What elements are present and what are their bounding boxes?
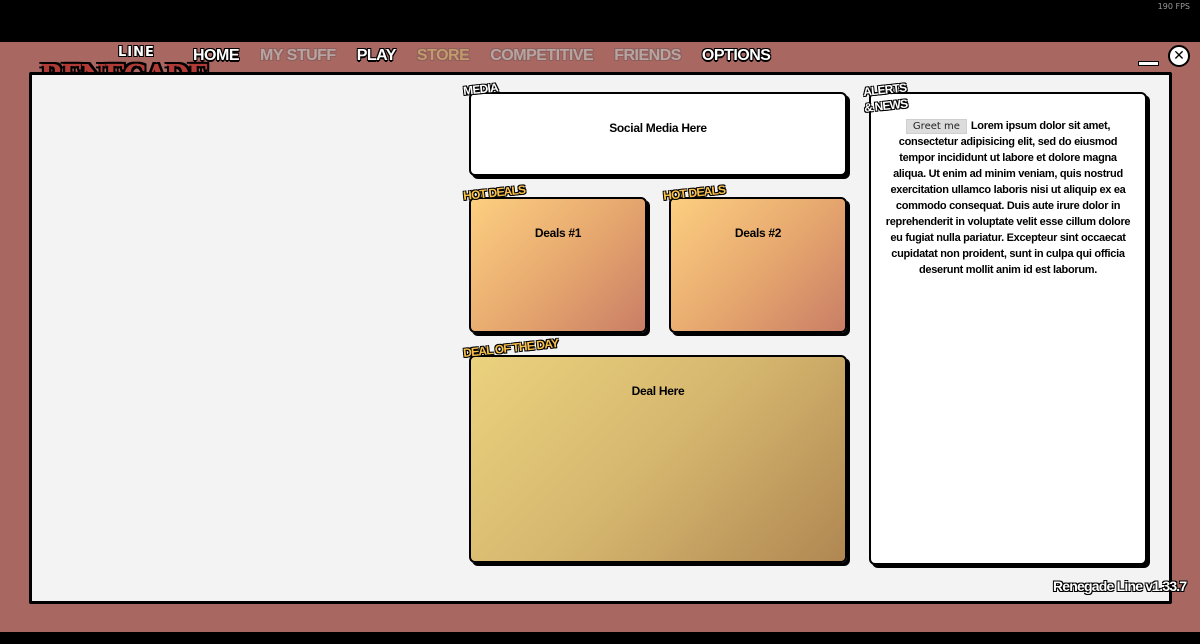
nav-options[interactable]: OPTIONS bbox=[702, 47, 771, 67]
top-bar: 190 FPS bbox=[0, 0, 1200, 42]
close-icon: ✕ bbox=[1173, 48, 1185, 64]
nav-home[interactable]: HOME bbox=[193, 47, 240, 67]
deal-of-the-day-card[interactable]: Deal Here bbox=[469, 355, 847, 563]
version-label: Renegade Line v1.33.7 bbox=[1053, 578, 1187, 594]
close-button[interactable]: ✕ bbox=[1168, 45, 1190, 67]
nav-play[interactable]: PLAY bbox=[357, 47, 397, 67]
hot-deal-text-2: Deals #2 bbox=[734, 226, 782, 240]
deal-of-the-day-text: Deal Here bbox=[631, 384, 685, 398]
media-text: Social Media Here bbox=[609, 121, 707, 135]
nav-my-stuff[interactable]: MY STUFF bbox=[260, 47, 336, 67]
fps-counter: 190 FPS bbox=[1157, 2, 1190, 11]
media-card[interactable]: Social Media Here bbox=[469, 92, 847, 176]
bottom-bar bbox=[0, 632, 1200, 644]
hot-deal-card-2[interactable]: Deals #2 bbox=[669, 197, 847, 333]
nav-friends[interactable]: FRIENDS bbox=[614, 47, 681, 67]
minimize-button[interactable] bbox=[1137, 60, 1159, 66]
greet-me-button[interactable]: Greet me bbox=[905, 119, 967, 134]
hot-deal-text-1: Deals #1 bbox=[534, 226, 582, 240]
hot-deal-card-1[interactable]: Deals #1 bbox=[469, 197, 647, 333]
nav-store[interactable]: STORE bbox=[417, 47, 470, 67]
main-nav: HOME MY STUFF PLAY STORE COMPETITIVE FRI… bbox=[193, 47, 771, 67]
alerts-body: Greet me Lorem ipsum dolor sit amet, cons… bbox=[883, 118, 1133, 278]
alerts-news-text: Lorem ipsum dolor sit amet, consectetur … bbox=[885, 120, 1131, 276]
nav-competitive[interactable]: COMPETITIVE bbox=[490, 47, 593, 67]
alerts-news-card: Greet me Lorem ipsum dolor sit amet, cons… bbox=[869, 92, 1147, 565]
